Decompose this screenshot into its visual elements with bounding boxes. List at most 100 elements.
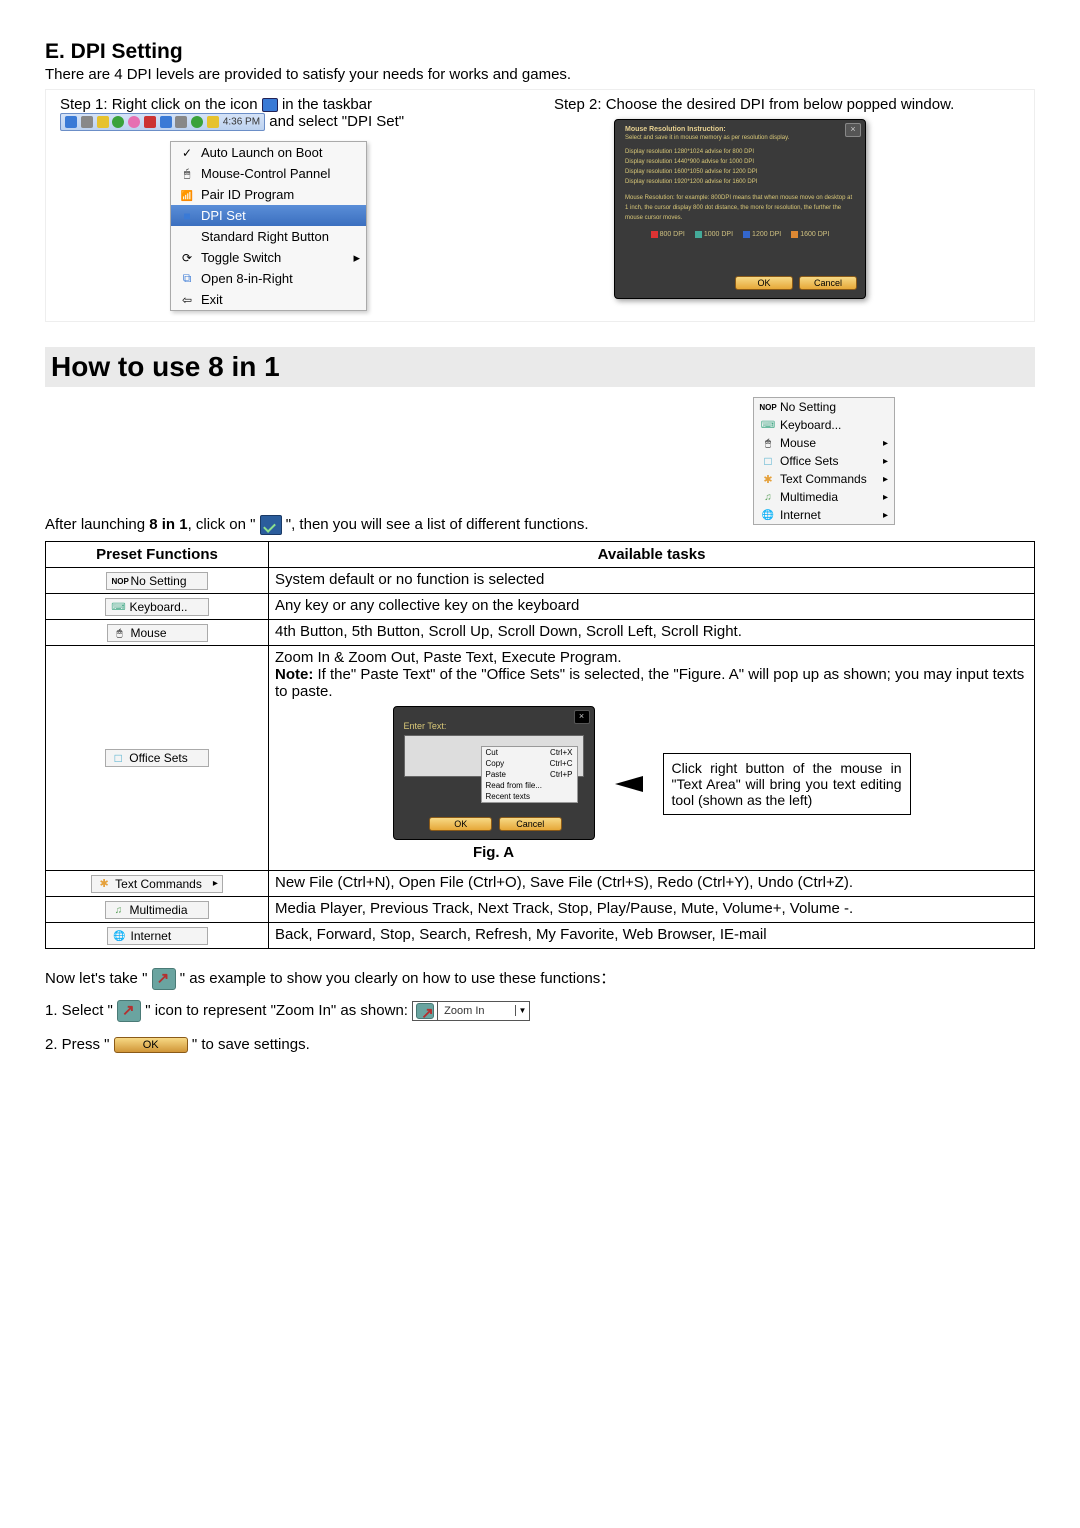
context-menu[interactable]: Auto Launch on Boot Mouse-Control Pannel… bbox=[170, 141, 367, 311]
tray-icon bbox=[160, 116, 172, 128]
after-text-b: , click on " bbox=[188, 516, 260, 533]
dpi-chips[interactable]: 800 DPI 1000 DPI 1200 DPI 1600 DPI bbox=[615, 231, 865, 238]
tray-icon bbox=[144, 116, 156, 128]
context-menu-item[interactable]: Exit bbox=[171, 289, 366, 310]
row-desc: New File (Ctrl+N), Open File (Ctrl+O), S… bbox=[269, 871, 1035, 897]
ctx-item[interactable]: Read from file... bbox=[482, 780, 577, 791]
menu-item-label: Pair ID Program bbox=[201, 187, 294, 202]
ok-button[interactable]: OK bbox=[114, 1037, 188, 1053]
row-desc: System default or no function is selecte… bbox=[269, 568, 1035, 594]
popup-item[interactable]: Office Sets ▸ bbox=[754, 452, 894, 470]
menuitem-label: Mouse bbox=[131, 626, 167, 640]
menuitem-kb[interactable]: Keyboard.. bbox=[105, 598, 208, 616]
cancel-button[interactable]: Cancel bbox=[499, 817, 562, 831]
tray-icon bbox=[175, 116, 187, 128]
ok-button[interactable]: OK bbox=[429, 817, 492, 831]
zoom-in-icon[interactable] bbox=[117, 1000, 141, 1022]
chevron-down-icon[interactable]: ▼ bbox=[515, 1005, 530, 1016]
menuitem-office[interactable]: Office Sets bbox=[105, 749, 208, 767]
dpi-advice-line: Display resolution 1440*900 advise for 1… bbox=[615, 157, 865, 167]
tc-icon bbox=[759, 473, 777, 486]
row-desc: 4th Button, 5th Button, Scroll Up, Scrol… bbox=[269, 620, 1035, 646]
ctx-item[interactable]: PasteCtrl+P bbox=[482, 769, 577, 780]
tray-icon bbox=[128, 116, 140, 128]
figA-textarea[interactable]: CutCtrl+XCopyCtrl+CPasteCtrl+PRead from … bbox=[404, 735, 584, 777]
kb-icon bbox=[110, 601, 126, 613]
menu-item-label: Mouse-Control Pannel bbox=[201, 166, 330, 181]
popup-item[interactable]: No Setting bbox=[754, 398, 894, 416]
office-line1: Zoom In & Zoom Out, Paste Text, Execute … bbox=[275, 649, 1028, 666]
figA-context-menu[interactable]: CutCtrl+XCopyCtrl+CPasteCtrl+PRead from … bbox=[481, 746, 578, 803]
popup-item[interactable]: Keyboard... bbox=[754, 416, 894, 434]
dpi-chip[interactable]: 800 DPI bbox=[651, 231, 685, 238]
ctx-item[interactable]: CopyCtrl+C bbox=[482, 758, 577, 769]
close-icon[interactable]: × bbox=[574, 710, 590, 724]
menuitem-label: Office Sets bbox=[129, 751, 187, 765]
menu-item-label: DPI Set bbox=[201, 208, 246, 223]
step2-column: Step 2: Choose the desired DPI from belo… bbox=[540, 90, 1034, 321]
context-menu-item[interactable]: Auto Launch on Boot bbox=[171, 142, 366, 163]
row-office-desc: Zoom In & Zoom Out, Paste Text, Execute … bbox=[269, 646, 1035, 871]
dpi-dialog-sub: Select and save it in mouse memory as pe… bbox=[615, 135, 865, 147]
now-a: Now let's take " bbox=[45, 970, 152, 987]
tray-icon bbox=[191, 116, 203, 128]
context-menu-item[interactable]: Open 8-in-Right bbox=[171, 268, 366, 289]
ms-icon bbox=[759, 437, 777, 449]
kb-icon bbox=[759, 419, 777, 431]
popup-item[interactable]: Text Commands ▸ bbox=[754, 470, 894, 488]
dpi-chip[interactable]: 1200 DPI bbox=[743, 231, 781, 238]
menuitem-int[interactable]: Internet bbox=[107, 927, 208, 945]
int-icon bbox=[112, 930, 128, 942]
context-menu-item[interactable]: Toggle Switch ▸ bbox=[171, 247, 366, 268]
row-desc: Media Player, Previous Track, Next Track… bbox=[269, 896, 1035, 922]
row-icon: Mouse bbox=[46, 620, 269, 646]
dpi-dialog-header: Mouse Resolution Instruction: bbox=[615, 120, 865, 135]
row-icon: Multimedia bbox=[46, 896, 269, 922]
menuitem-tc[interactable]: Text Commands▸ bbox=[91, 875, 223, 893]
row-desc: Back, Forward, Stop, Search, Refresh, My… bbox=[269, 922, 1035, 948]
ctx-item[interactable]: CutCtrl+X bbox=[482, 747, 577, 758]
tray-icon bbox=[65, 116, 77, 128]
menuitem-ms[interactable]: Mouse bbox=[107, 624, 208, 642]
dpi-steps: Step 1: Right click on the icon in the t… bbox=[45, 89, 1035, 322]
menuitem-label: Internet bbox=[131, 929, 172, 943]
function-popup[interactable]: No Setting Keyboard... Mouse ▸ Office Se… bbox=[743, 397, 895, 525]
popup-item[interactable]: Multimedia ▸ bbox=[754, 488, 894, 506]
popup-item-label: Text Commands bbox=[780, 472, 867, 486]
menuitem-nop[interactable]: No Setting bbox=[106, 572, 207, 590]
menuitem-mm[interactable]: Multimedia bbox=[105, 901, 208, 919]
dpi-dialog-note: Mouse Resolution: for example: 800DPI me… bbox=[615, 193, 865, 223]
popup-item[interactable]: Mouse ▸ bbox=[754, 434, 894, 452]
popup-item[interactable]: Internet ▸ bbox=[754, 506, 894, 524]
press-a: 2. Press " bbox=[45, 1036, 114, 1053]
th-tasks: Available tasks bbox=[269, 542, 1035, 568]
zoom-combo[interactable]: Zoom In ▼ bbox=[412, 1001, 530, 1021]
chevron-right-icon: ▸ bbox=[353, 250, 360, 266]
note-text: If the" Paste Text" of the "Office Sets"… bbox=[275, 666, 1024, 700]
row-icon: Internet bbox=[46, 922, 269, 948]
context-menu-item[interactable]: Pair ID Program bbox=[171, 184, 366, 205]
zoom-in-icon[interactable] bbox=[152, 968, 176, 990]
note-label: Note: bbox=[275, 666, 313, 683]
app-check-icon[interactable] bbox=[260, 515, 282, 535]
tray-app-icon[interactable] bbox=[262, 98, 278, 112]
cancel-button[interactable]: Cancel bbox=[799, 276, 857, 290]
menuitem-label: No Setting bbox=[130, 574, 186, 588]
context-menu-item[interactable]: Mouse-Control Pannel bbox=[171, 163, 366, 184]
dpi-chip[interactable]: 1600 DPI bbox=[791, 231, 829, 238]
ctx-item[interactable]: Recent texts bbox=[482, 791, 577, 802]
now-b: " as example to show you clearly on how … bbox=[176, 970, 616, 987]
context-menu-item[interactable]: Standard Right Button bbox=[171, 226, 366, 247]
tray-icon bbox=[207, 116, 219, 128]
chevron-right-icon: ▸ bbox=[213, 878, 218, 889]
after-text-c: ", then you will see a list of different… bbox=[282, 516, 589, 533]
ms-icon bbox=[112, 627, 128, 639]
ok-button[interactable]: OK bbox=[735, 276, 793, 290]
mm-icon bbox=[759, 491, 777, 503]
context-menu-item[interactable]: DPI Set bbox=[171, 205, 366, 226]
tray-icon bbox=[97, 116, 109, 128]
close-icon[interactable]: × bbox=[845, 123, 861, 137]
taskbar-time: 4:36 PM bbox=[223, 117, 260, 128]
dpi-chip[interactable]: 1000 DPI bbox=[695, 231, 733, 238]
section-e-title: E. DPI Setting bbox=[45, 40, 1035, 64]
